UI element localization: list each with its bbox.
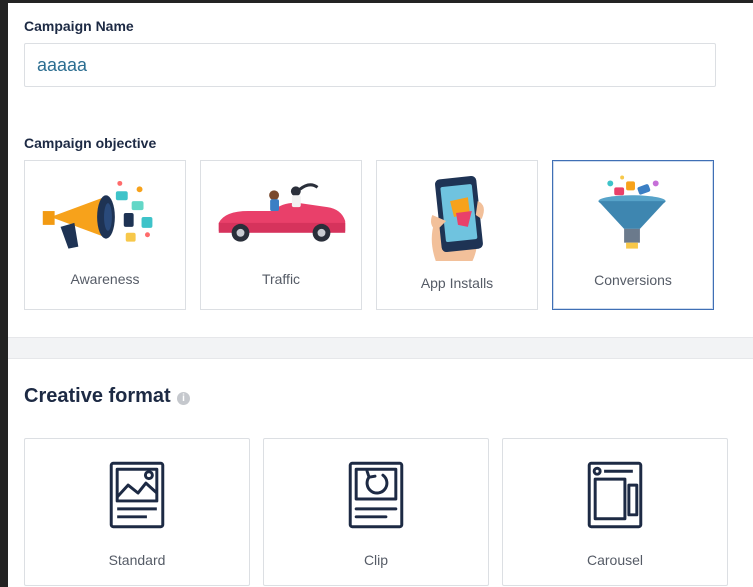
campaign-objective-label: Campaign objective — [24, 135, 157, 151]
objective-card-traffic[interactable]: Traffic — [200, 160, 362, 310]
funnel-icon — [598, 175, 666, 249]
carousel-icon — [587, 461, 643, 529]
objective-label-awareness: Awareness — [70, 271, 140, 287]
section-divider — [8, 337, 753, 359]
format-label-carousel: Carousel — [586, 552, 644, 568]
campaign-form-panel: Campaign Name Campaign objective Awarene… — [8, 3, 753, 587]
campaign-name-label: Campaign Name — [24, 18, 134, 34]
objective-label-traffic: Traffic — [261, 271, 301, 287]
objective-label-conversions: Conversions — [594, 272, 672, 288]
megaphone-icon — [42, 180, 153, 249]
objective-card-app-installs[interactable]: App Installs — [376, 160, 538, 310]
objective-card-conversions[interactable]: Conversions — [552, 160, 714, 310]
format-card-standard[interactable]: Standard — [24, 438, 250, 586]
image-post-icon — [109, 461, 165, 529]
format-card-clip[interactable]: Clip — [263, 438, 489, 586]
clip-replay-icon — [348, 461, 404, 529]
creative-format-title: Creative format — [24, 385, 171, 407]
window-edge-left — [0, 0, 8, 587]
phone-icon — [430, 176, 484, 261]
format-card-carousel[interactable]: Carousel — [502, 438, 728, 586]
format-label-clip: Clip — [363, 552, 389, 568]
campaign-name-input[interactable] — [24, 43, 716, 87]
objective-card-awareness[interactable]: Awareness — [24, 160, 186, 310]
info-icon[interactable]: i — [177, 392, 190, 405]
objective-label-app-installs: App Installs — [420, 275, 494, 291]
car-icon — [218, 183, 346, 242]
format-label-standard: Standard — [108, 552, 166, 568]
